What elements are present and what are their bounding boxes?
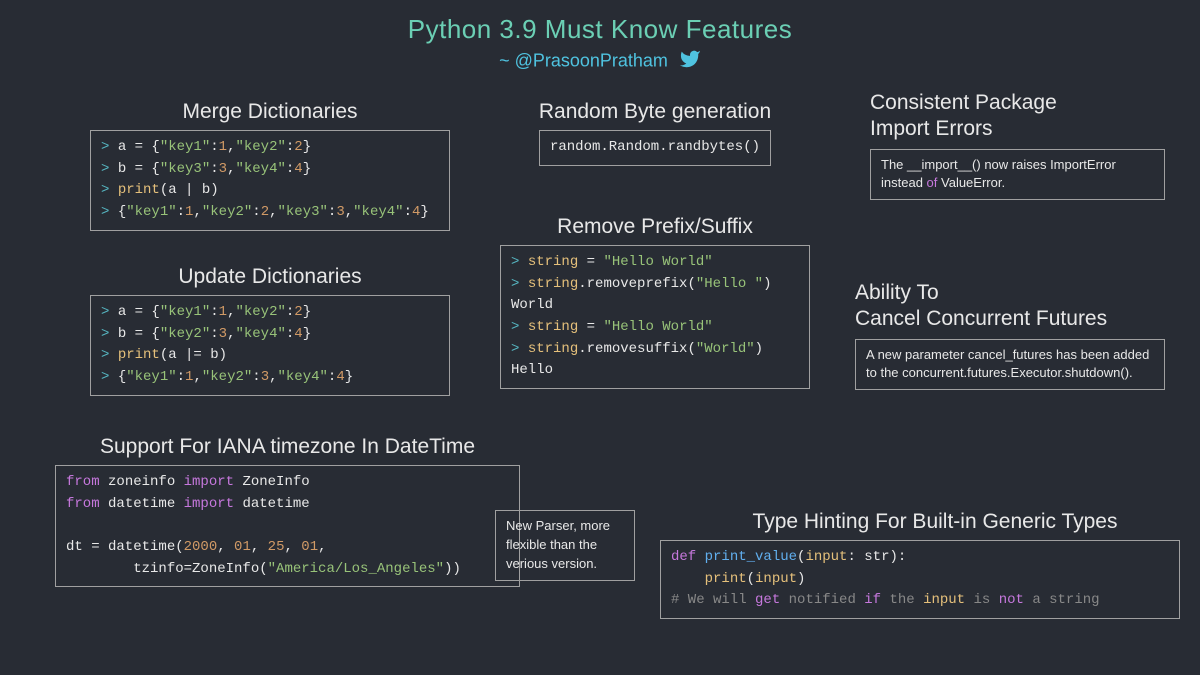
- code-box: > a = {"key1":1,"key2":2} > b = {"key3":…: [90, 130, 450, 231]
- code-box: def print_value(input: str): print(input…: [660, 540, 1180, 619]
- code-box: from zoneinfo import ZoneInfo from datet…: [55, 465, 520, 587]
- section-title: Consistent PackageImport Errors: [870, 90, 1165, 143]
- section-title: Support For IANA timezone In DateTime: [55, 435, 520, 459]
- section-title: Update Dictionaries: [90, 265, 450, 289]
- section-type-hinting: Type Hinting For Built-in Generic Types …: [660, 510, 1180, 619]
- section-remove-prefix-suffix: Remove Prefix/Suffix > string = "Hello W…: [500, 215, 810, 389]
- section-title: Merge Dictionaries: [90, 100, 450, 124]
- section-merge-dictionaries: Merge Dictionaries > a = {"key1":1,"key2…: [90, 100, 450, 231]
- section-random-byte: Random Byte generation random.Random.ran…: [500, 100, 810, 166]
- twitter-icon: [679, 48, 701, 75]
- code-box: > string = "Hello World" > string.remove…: [500, 245, 810, 389]
- code-box: > a = {"key1":1,"key2":2} > b = {"key2":…: [90, 295, 450, 396]
- section-title: Remove Prefix/Suffix: [500, 215, 810, 239]
- page-title: Python 3.9 Must Know Features: [0, 0, 1200, 45]
- subtitle-prefix: ~: [499, 50, 515, 70]
- page-subtitle: ~ @PrasoonPratham: [0, 48, 1200, 75]
- note-box: New Parser, more flexible than the verio…: [495, 510, 635, 581]
- section-consistent-import-errors: Consistent PackageImport Errors The __im…: [870, 90, 1165, 200]
- note-box: The __import__() now raises ImportError …: [870, 149, 1165, 201]
- section-title: Random Byte generation: [500, 100, 810, 124]
- author-handle: @PrasoonPratham: [515, 50, 668, 70]
- note-box: A new parameter cancel_futures has been …: [855, 339, 1165, 391]
- section-iana-timezone: Support For IANA timezone In DateTime fr…: [55, 435, 520, 587]
- section-new-parser: New Parser, more flexible than the verio…: [495, 510, 635, 581]
- section-title: Type Hinting For Built-in Generic Types: [690, 510, 1180, 534]
- section-title: Ability ToCancel Concurrent Futures: [855, 280, 1165, 333]
- section-update-dictionaries: Update Dictionaries > a = {"key1":1,"key…: [90, 265, 450, 396]
- section-cancel-futures: Ability ToCancel Concurrent Futures A ne…: [855, 280, 1165, 390]
- code-box: random.Random.randbytes(): [539, 130, 771, 166]
